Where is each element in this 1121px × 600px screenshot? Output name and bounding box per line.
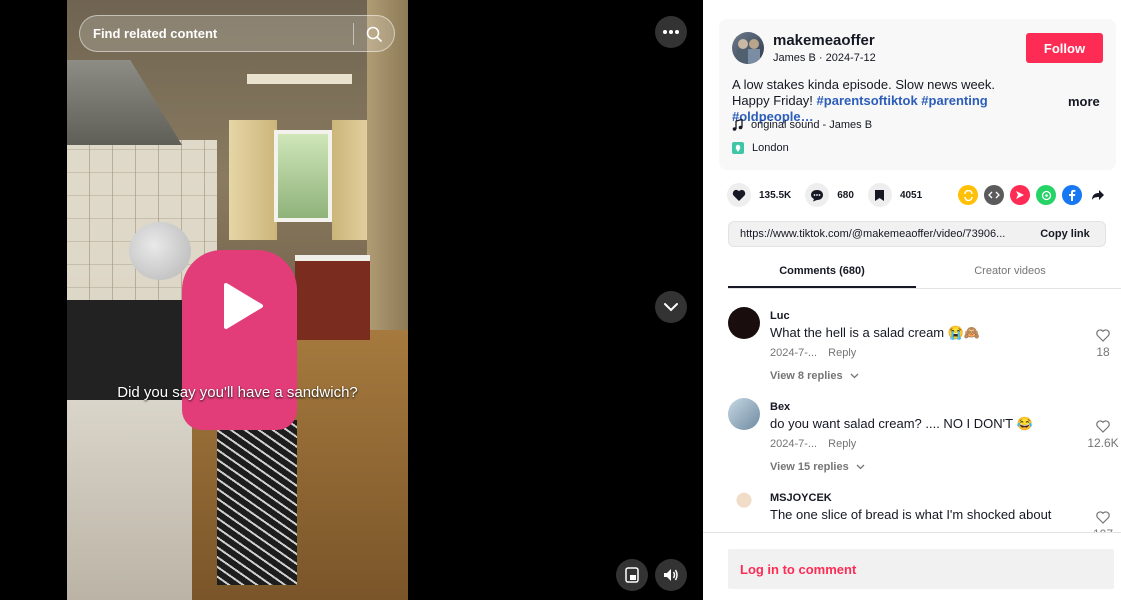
author-username[interactable]: makemeaoffer <box>773 32 875 49</box>
search-placeholder: Find related content <box>93 26 218 41</box>
scene-person-shirt <box>182 250 297 430</box>
comment-like[interactable]: 12.6K <box>1083 420 1121 450</box>
volume-icon[interactable] <box>655 559 687 591</box>
scene-counter <box>67 400 192 600</box>
tab-comments[interactable]: Comments (680) <box>728 257 916 288</box>
comment-username[interactable]: Bex <box>770 401 790 413</box>
save-stat[interactable]: 4051 <box>867 183 923 207</box>
comment-date: 2024-7-... <box>770 347 818 359</box>
video-player-area: Find related content Did you say you'll … <box>0 0 703 600</box>
video-caption: Did you say you'll have a sandwich? <box>117 384 358 401</box>
divider <box>703 532 1121 533</box>
facebook-icon[interactable] <box>1062 185 1082 205</box>
heart-outline-icon[interactable] <box>1096 329 1110 342</box>
next-video-chevron-down-icon[interactable] <box>655 291 687 323</box>
follow-button[interactable]: Follow <box>1026 33 1103 63</box>
author-display-name: James B <box>773 52 816 64</box>
like-stat[interactable]: 135.5K <box>727 183 791 207</box>
post-info-card: makemeaoffer James B · 2024-7-12 Follow … <box>719 19 1116 170</box>
play-icon[interactable] <box>220 282 264 329</box>
post-date: 2024-7-12 <box>825 52 876 64</box>
reply-button[interactable]: Reply <box>828 347 856 359</box>
sound-label: original sound - James B <box>751 119 873 131</box>
scene-person-pants <box>217 420 297 585</box>
engagement-stats: 135.5K 680 4051 <box>727 183 936 207</box>
comment-like[interactable]: 107 <box>1083 511 1121 532</box>
like-count: 135.5K <box>759 189 792 201</box>
author-subline: James B · 2024-7-12 <box>773 52 876 64</box>
comment-meta: 2024-7-... Reply <box>770 347 864 359</box>
heart-outline-icon[interactable] <box>1096 511 1110 524</box>
comment-count: 680 <box>837 189 854 201</box>
avatar[interactable] <box>732 32 764 64</box>
tab-creator-videos[interactable]: Creator videos <box>916 257 1104 288</box>
send-icon[interactable] <box>1010 185 1030 205</box>
comment-text: What the hell is a salad cream 😭🙈 <box>770 325 981 340</box>
sound-link[interactable]: original sound - James B <box>732 119 872 131</box>
share-arrow-icon[interactable] <box>1088 185 1108 205</box>
chevron-down-icon <box>850 373 859 379</box>
comment-username[interactable]: Luc <box>770 310 790 322</box>
music-note-icon <box>732 119 743 131</box>
view-replies-button[interactable]: View 15 replies <box>770 461 865 473</box>
comment-text: do you want salad cream? .... NO I DON'T… <box>770 416 1033 431</box>
chevron-down-icon <box>856 464 865 470</box>
embed-icon[interactable] <box>984 185 1004 205</box>
comment-stat[interactable]: 680 <box>805 183 854 207</box>
repost-icon[interactable] <box>958 185 978 205</box>
search-icon[interactable] <box>354 26 394 42</box>
more-button[interactable]: more <box>1068 94 1100 109</box>
location-label: London <box>752 142 789 154</box>
tiktok-video-page: Find related content Did you say you'll … <box>0 0 1121 600</box>
location-pin-icon <box>732 142 744 154</box>
comment-list: Luc What the hell is a salad cream 😭🙈 20… <box>728 301 1121 532</box>
bookmark-icon[interactable] <box>867 183 892 207</box>
scene-person-head <box>129 222 191 280</box>
comment-like-count: 18 <box>1096 345 1110 359</box>
related-content-search[interactable]: Find related content <box>79 15 395 52</box>
copy-link-box: https://www.tiktok.com/@makemeaoffer/vid… <box>728 221 1106 247</box>
scene-light <box>247 74 352 84</box>
scene-hood <box>67 60 182 145</box>
post-description: A low stakes kinda episode. Slow news we… <box>732 77 1032 125</box>
save-count: 4051 <box>899 189 923 201</box>
floating-player-icon[interactable] <box>616 559 648 591</box>
scene-cabinet <box>295 255 370 340</box>
comment-username[interactable]: MSJOYCEK <box>770 492 832 504</box>
video-url: https://www.tiktok.com/@makemeaoffer/vid… <box>740 228 1006 240</box>
panel-tabs: Comments (680) Creator videos <box>728 257 1121 289</box>
heart-icon[interactable] <box>727 183 751 207</box>
view-replies-label: View 15 replies <box>770 461 849 473</box>
view-replies-button[interactable]: View 8 replies <box>770 370 859 382</box>
heart-outline-icon[interactable] <box>1096 420 1110 433</box>
comment-bubble-icon[interactable] <box>805 183 830 207</box>
comment-like-count: 12.6K <box>1087 436 1119 450</box>
location-link[interactable]: London <box>732 142 789 154</box>
whatsapp-icon[interactable] <box>1036 185 1056 205</box>
scene-curtain-left <box>229 120 277 240</box>
reply-button[interactable]: Reply <box>828 438 856 450</box>
scene-window <box>274 130 332 222</box>
subline-separator: · <box>818 52 826 64</box>
view-replies-label: View 8 replies <box>770 370 843 382</box>
comment-text: The one slice of bread is what I'm shock… <box>770 507 1052 522</box>
avatar[interactable] <box>728 307 760 339</box>
more-options-icon[interactable] <box>655 16 687 48</box>
avatar[interactable] <box>728 398 760 430</box>
comment-meta: 2024-7-... Reply <box>770 438 864 450</box>
avatar[interactable] <box>728 489 760 521</box>
login-to-comment-button[interactable]: Log in to comment <box>728 549 1114 589</box>
copy-link-button[interactable]: Copy link <box>1025 228 1105 240</box>
details-panel: makemeaoffer James B · 2024-7-12 Follow … <box>703 0 1121 600</box>
comment-date: 2024-7-... <box>770 438 818 450</box>
comment-like[interactable]: 18 <box>1083 329 1121 359</box>
share-icons-row <box>958 185 1108 205</box>
